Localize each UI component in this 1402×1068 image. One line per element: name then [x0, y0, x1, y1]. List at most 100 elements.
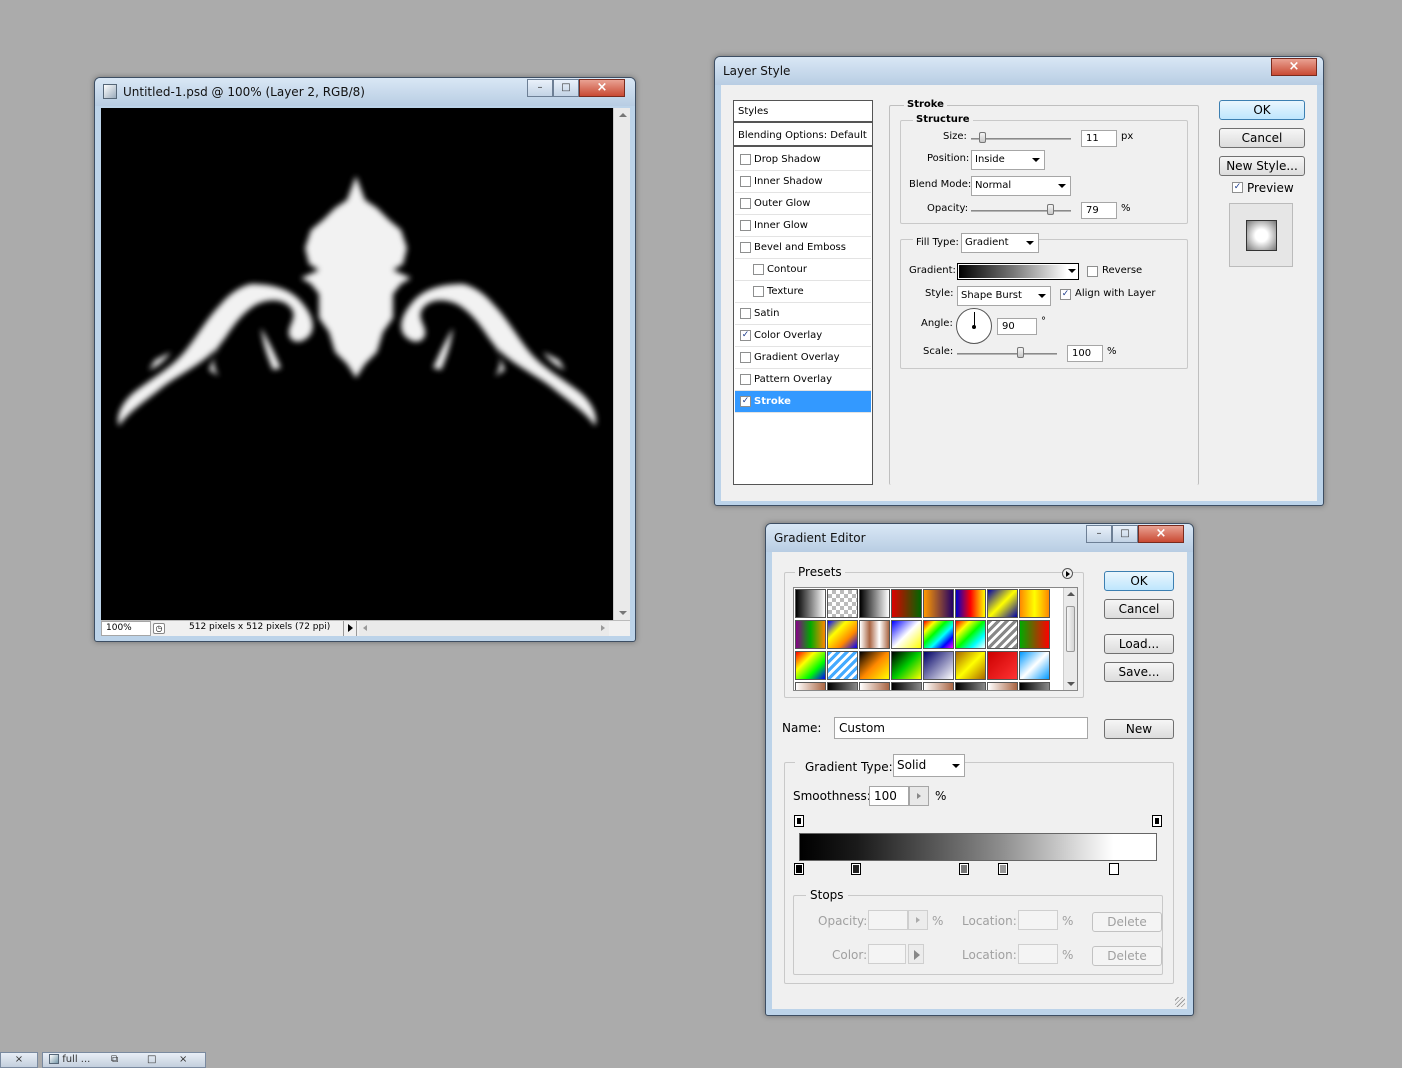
opacity-location-input[interactable]: [1018, 910, 1058, 930]
horizontal-scrollbar[interactable]: [359, 621, 609, 636]
layer-style-cancel-button[interactable]: Cancel: [1219, 128, 1305, 148]
size-slider-track[interactable]: [971, 138, 1071, 140]
new-gradient-button[interactable]: New: [1104, 719, 1174, 739]
style-item-inner-shadow[interactable]: Inner Shadow: [735, 171, 871, 193]
stop-opacity-stepper[interactable]: [908, 910, 928, 930]
gradient-editor-maximize-button[interactable]: □: [1112, 525, 1138, 543]
style-item-outer-glow[interactable]: Outer Glow: [735, 193, 871, 215]
style-item-contour[interactable]: Contour: [735, 259, 871, 281]
preset-swatch[interactable]: [1019, 651, 1050, 680]
preset-swatch[interactable]: [891, 620, 922, 649]
reverse-checkbox[interactable]: [1087, 266, 1098, 277]
gradient-editor-close-button[interactable]: ×: [1138, 525, 1184, 543]
style-item-pattern-overlay[interactable]: Pattern Overlay: [735, 369, 871, 391]
preset-swatch[interactable]: [955, 682, 986, 690]
layer-style-ok-button[interactable]: OK: [1219, 100, 1305, 120]
preset-swatch[interactable]: [923, 589, 954, 618]
blend-mode-select[interactable]: Normal: [971, 176, 1071, 196]
maximize-icon[interactable]: □: [147, 1053, 156, 1067]
preset-swatch[interactable]: [1019, 620, 1050, 649]
size-input[interactable]: 11: [1081, 130, 1117, 147]
color-stop[interactable]: [998, 863, 1009, 875]
style-item-gradient-overlay[interactable]: Gradient Overlay: [735, 347, 871, 369]
preset-swatch[interactable]: [827, 589, 858, 618]
stop-color-swatch[interactable]: [868, 944, 906, 964]
maximize-button[interactable]: □: [553, 79, 579, 97]
stop-opacity-input[interactable]: [868, 910, 908, 930]
style-checkbox[interactable]: [753, 264, 764, 275]
opacity-slider-thumb[interactable]: [1047, 204, 1054, 215]
preset-swatch[interactable]: [1019, 589, 1050, 618]
preset-swatch[interactable]: [827, 620, 858, 649]
delete-color-stop-button[interactable]: Delete: [1092, 946, 1162, 966]
gradient-cancel-button[interactable]: Cancel: [1104, 599, 1174, 619]
style-item-color-overlay[interactable]: ✓ Color Overlay: [735, 325, 871, 347]
gradient-editor-minimize-button[interactable]: –: [1086, 525, 1112, 543]
zoom-field[interactable]: 100%: [101, 621, 151, 636]
preset-swatch[interactable]: [1019, 682, 1050, 690]
style-checkbox[interactable]: [740, 352, 751, 363]
preset-swatch[interactable]: [955, 589, 986, 618]
color-stop[interactable]: [794, 863, 804, 875]
gradient-type-select[interactable]: Solid: [893, 754, 965, 777]
preset-swatch[interactable]: [795, 589, 826, 618]
preset-swatch[interactable]: [955, 651, 986, 680]
preset-swatch[interactable]: [827, 682, 858, 690]
style-checkbox[interactable]: [740, 220, 751, 231]
vertical-scrollbar[interactable]: [613, 108, 630, 620]
preset-swatch[interactable]: [827, 651, 858, 680]
color-stop[interactable]: [958, 863, 969, 875]
blending-options-item[interactable]: Blending Options: Default: [734, 125, 872, 147]
preset-swatch[interactable]: [859, 589, 890, 618]
preset-swatch[interactable]: [859, 651, 890, 680]
style-item-inner-glow[interactable]: Inner Glow: [735, 215, 871, 237]
style-select[interactable]: Shape Burst: [957, 286, 1051, 306]
preset-swatch[interactable]: [923, 620, 954, 649]
scroll-down-arrow[interactable]: [619, 611, 627, 615]
chevron-down-icon[interactable]: [1068, 269, 1076, 273]
preset-swatch[interactable]: [987, 651, 1018, 680]
preset-swatch[interactable]: [987, 589, 1018, 618]
preset-swatch[interactable]: [987, 682, 1018, 690]
preset-swatch[interactable]: [891, 682, 922, 690]
size-slider-thumb[interactable]: [979, 132, 986, 143]
opacity-stop[interactable]: [794, 815, 804, 827]
restore-icon[interactable]: ⧉: [111, 1053, 118, 1067]
preset-swatch[interactable]: [923, 651, 954, 680]
status-info-icon[interactable]: ◷: [153, 623, 165, 634]
close-button[interactable]: ×: [579, 79, 625, 97]
style-checkbox[interactable]: [740, 374, 751, 385]
style-checkbox[interactable]: [740, 176, 751, 187]
style-item-drop-shadow[interactable]: Drop Shadow: [735, 149, 871, 171]
delete-opacity-stop-button[interactable]: Delete: [1092, 912, 1162, 932]
angle-input[interactable]: 90: [997, 318, 1037, 335]
preset-swatch[interactable]: [955, 620, 986, 649]
smoothness-stepper[interactable]: [909, 786, 929, 806]
close-icon[interactable]: ×: [179, 1053, 187, 1067]
style-checkbox[interactable]: [740, 242, 751, 253]
opacity-slider-track[interactable]: [971, 210, 1071, 212]
preset-swatch[interactable]: [891, 589, 922, 618]
style-item-stroke[interactable]: ✓ Stroke: [735, 391, 871, 413]
angle-dial[interactable]: [956, 308, 992, 344]
gradient-swatch[interactable]: [957, 263, 1079, 280]
scale-slider-thumb[interactable]: [1017, 347, 1024, 358]
status-menu-arrow[interactable]: [343, 621, 357, 636]
style-checkbox[interactable]: [740, 154, 751, 165]
preset-swatch[interactable]: [795, 651, 826, 680]
gradient-ok-button[interactable]: OK: [1104, 571, 1174, 591]
style-checkbox[interactable]: [740, 198, 751, 209]
save-button[interactable]: Save...: [1104, 662, 1174, 682]
color-stop[interactable]: [1109, 863, 1120, 875]
gradient-bar[interactable]: [799, 833, 1157, 861]
opacity-input[interactable]: 79: [1081, 202, 1117, 219]
canvas-area[interactable]: [101, 108, 613, 620]
styles-header[interactable]: Styles: [734, 101, 872, 123]
style-checkbox[interactable]: [740, 308, 751, 319]
preview-checkbox[interactable]: ✓: [1232, 182, 1243, 193]
position-select[interactable]: Inside: [971, 150, 1045, 170]
preset-swatch[interactable]: [795, 682, 826, 690]
color-location-input[interactable]: [1018, 944, 1058, 964]
resize-grip[interactable]: [1175, 997, 1185, 1007]
minimized-window-close-button[interactable]: ×: [0, 1052, 38, 1068]
